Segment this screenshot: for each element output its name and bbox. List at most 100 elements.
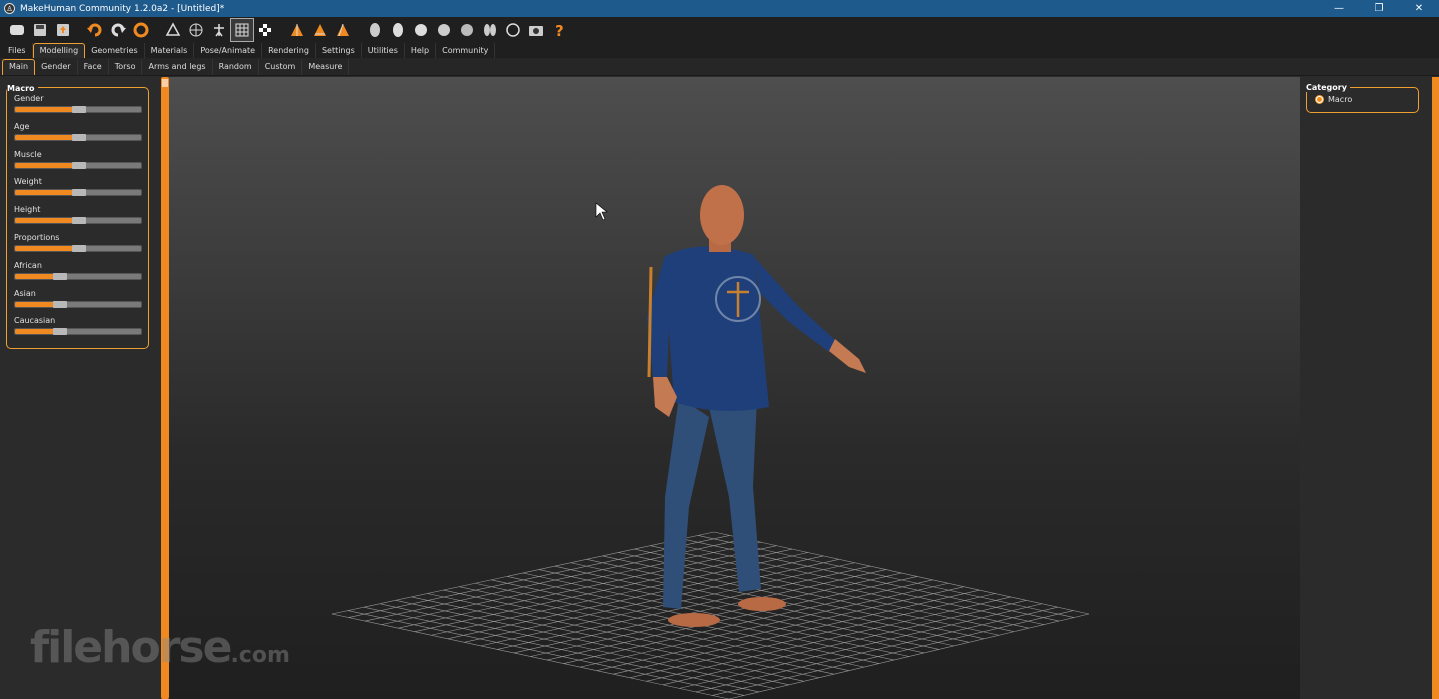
tab-materials[interactable]: Materials bbox=[145, 43, 195, 58]
mouse-cursor-icon bbox=[595, 202, 608, 221]
head-bottom-icon[interactable] bbox=[456, 19, 478, 41]
tab-pose-animate[interactable]: Pose/Animate bbox=[194, 43, 263, 58]
tab-community[interactable]: Community bbox=[436, 43, 496, 58]
redo-icon[interactable] bbox=[107, 19, 129, 41]
subtab-main[interactable]: Main bbox=[2, 58, 36, 75]
slider-fill bbox=[15, 301, 53, 307]
slider-handle[interactable] bbox=[72, 189, 86, 197]
subtab-torso[interactable]: Torso bbox=[109, 58, 143, 75]
smooth-icon[interactable] bbox=[6, 19, 28, 41]
slider-proportions[interactable]: Proportions bbox=[14, 233, 142, 252]
restore-button[interactable]: ❐ bbox=[1359, 0, 1399, 17]
right-panel: Category Macro bbox=[1300, 77, 1439, 699]
pose-icon[interactable] bbox=[162, 19, 184, 41]
front-view-icon[interactable] bbox=[286, 19, 308, 41]
slider-muscle[interactable]: Muscle bbox=[14, 150, 142, 169]
category-group-title: Category bbox=[1306, 83, 1350, 92]
toolbar-separator bbox=[75, 19, 83, 41]
slider-fill bbox=[15, 134, 72, 140]
slider-track[interactable] bbox=[14, 300, 142, 308]
close-button[interactable]: ✕ bbox=[1399, 0, 1439, 17]
undo-icon[interactable] bbox=[84, 19, 106, 41]
back-view-icon[interactable] bbox=[309, 19, 331, 41]
slider-label: Height bbox=[14, 205, 41, 215]
sub-tab-bar: Main Gender Face Torso Arms and legs Ran… bbox=[0, 58, 1439, 76]
wireframe-icon[interactable] bbox=[185, 19, 207, 41]
head-side-icon[interactable] bbox=[387, 19, 409, 41]
slider-handle[interactable] bbox=[53, 328, 67, 336]
skeleton-icon[interactable] bbox=[208, 19, 230, 41]
subtab-gender[interactable]: Gender bbox=[35, 58, 78, 75]
side-view-icon[interactable] bbox=[332, 19, 354, 41]
svg-text:?: ? bbox=[555, 22, 564, 39]
slider-asian[interactable]: Asian bbox=[14, 289, 142, 308]
minimize-button[interactable]: — bbox=[1319, 0, 1359, 17]
slider-track[interactable] bbox=[14, 245, 142, 252]
window-controls: — ❐ ✕ bbox=[1319, 0, 1439, 17]
slider-gender[interactable]: Gender bbox=[14, 94, 142, 113]
slider-label: African bbox=[14, 260, 42, 270]
slider-handle[interactable] bbox=[53, 272, 67, 280]
slider-african[interactable]: African bbox=[14, 261, 142, 280]
checker-icon[interactable] bbox=[254, 19, 276, 41]
screenshot-icon[interactable] bbox=[525, 19, 547, 41]
subtab-arms-and-legs[interactable]: Arms and legs bbox=[142, 58, 213, 75]
tab-rendering[interactable]: Rendering bbox=[262, 43, 316, 58]
slider-handle[interactable] bbox=[72, 106, 86, 113]
slider-fill bbox=[15, 218, 72, 224]
right-panel-scrollbar[interactable] bbox=[1432, 77, 1439, 699]
head-back-icon[interactable] bbox=[433, 19, 455, 41]
tab-utilities[interactable]: Utilities bbox=[362, 43, 405, 58]
slider-label: Gender bbox=[14, 94, 44, 103]
slider-handle[interactable] bbox=[72, 161, 86, 169]
slider-fill bbox=[15, 107, 72, 112]
macro-group-title: Macro bbox=[7, 84, 38, 93]
3d-viewport[interactable] bbox=[169, 77, 1300, 699]
slider-track[interactable] bbox=[14, 328, 142, 336]
category-group: Category Macro bbox=[1306, 83, 1419, 113]
slider-track[interactable] bbox=[14, 272, 142, 280]
slider-handle[interactable] bbox=[72, 245, 86, 252]
subtab-face[interactable]: Face bbox=[78, 58, 109, 75]
slider-track[interactable] bbox=[14, 133, 142, 141]
left-panel-scrollbar[interactable] bbox=[161, 77, 169, 699]
slider-weight[interactable]: Weight bbox=[14, 177, 142, 197]
watermark-logo: filehorse.com bbox=[30, 622, 290, 673]
main-tab-bar: Files Modelling Geometries Materials Pos… bbox=[0, 42, 1439, 58]
slider-fill bbox=[15, 329, 53, 335]
slider-height[interactable]: Height bbox=[14, 205, 142, 225]
slider-track[interactable] bbox=[14, 161, 142, 169]
tab-files[interactable]: Files bbox=[2, 43, 33, 58]
toolbar-separator bbox=[153, 19, 161, 41]
slider-track[interactable] bbox=[14, 217, 142, 225]
slider-caucasian[interactable]: Caucasian bbox=[14, 316, 142, 336]
category-radio-label: Macro bbox=[1328, 95, 1353, 104]
slider-handle[interactable] bbox=[72, 133, 86, 141]
subtab-random[interactable]: Random bbox=[213, 58, 259, 75]
slider-track[interactable] bbox=[14, 106, 142, 113]
head-front-icon[interactable] bbox=[364, 19, 386, 41]
slider-handle[interactable] bbox=[53, 300, 67, 308]
tab-settings[interactable]: Settings bbox=[316, 43, 362, 58]
head-top-icon[interactable] bbox=[410, 19, 432, 41]
category-radio-macro[interactable]: Macro bbox=[1315, 95, 1352, 104]
tab-geometries[interactable]: Geometries bbox=[85, 43, 145, 58]
subtab-custom[interactable]: Custom bbox=[259, 58, 303, 75]
app-icon: ♙ bbox=[4, 3, 15, 14]
slider-age[interactable]: Age bbox=[14, 122, 142, 141]
slider-fill bbox=[15, 190, 72, 196]
slider-track[interactable] bbox=[14, 189, 142, 197]
subtab-measure[interactable]: Measure bbox=[302, 58, 350, 75]
body-icon[interactable] bbox=[479, 19, 501, 41]
grid-icon[interactable] bbox=[230, 17, 254, 42]
tab-help[interactable]: Help bbox=[405, 43, 437, 58]
save-icon[interactable] bbox=[29, 19, 51, 41]
slider-handle[interactable] bbox=[72, 217, 86, 225]
tab-modelling[interactable]: Modelling bbox=[32, 43, 86, 58]
export-icon[interactable] bbox=[52, 19, 74, 41]
slider-fill bbox=[15, 273, 53, 279]
reset-icon[interactable] bbox=[130, 19, 152, 41]
slider-label: Asian bbox=[14, 288, 36, 298]
help-icon[interactable]: ? bbox=[548, 19, 570, 41]
reset-camera-icon[interactable] bbox=[502, 19, 524, 41]
